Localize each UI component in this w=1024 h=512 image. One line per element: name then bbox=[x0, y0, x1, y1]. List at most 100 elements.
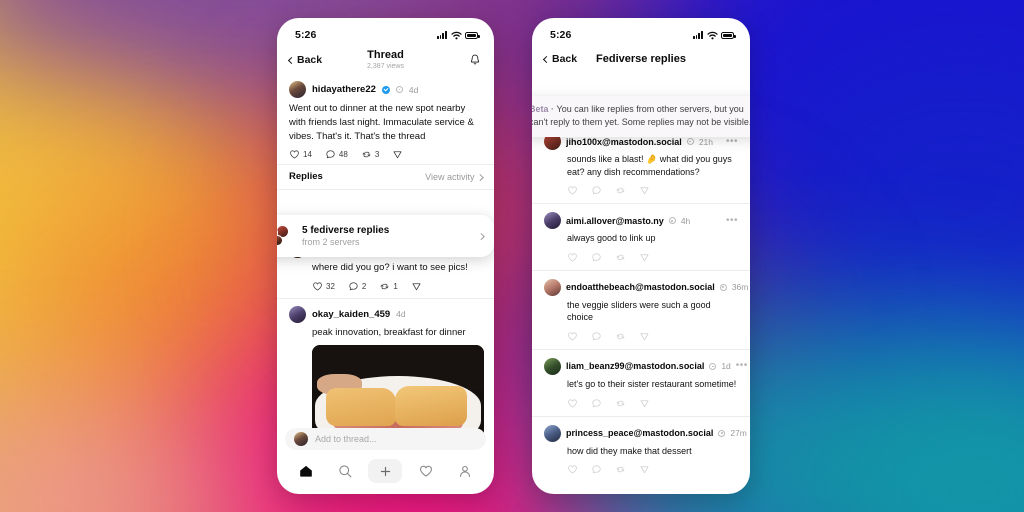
share-button[interactable] bbox=[392, 149, 403, 160]
beta-body: You can like replies from other servers,… bbox=[532, 104, 750, 128]
post-author-row: hidayathere22 4d bbox=[289, 81, 482, 98]
background-gradient bbox=[0, 0, 1024, 512]
comment-button[interactable]: 2 bbox=[348, 281, 366, 292]
heart-icon bbox=[568, 186, 577, 195]
heart-icon bbox=[420, 465, 433, 477]
fediverse-reply-body: let's go to their sister restaurant some… bbox=[567, 378, 737, 389]
repost-icon bbox=[362, 152, 371, 158]
reply-username[interactable]: okay_kaiden_459 bbox=[312, 309, 390, 320]
search-icon bbox=[339, 465, 352, 478]
avatar[interactable] bbox=[544, 357, 561, 375]
photo-waffle-right bbox=[394, 385, 467, 427]
comment-icon bbox=[349, 281, 358, 291]
like-count: 14 bbox=[303, 150, 312, 160]
like-button[interactable] bbox=[567, 331, 578, 342]
like-button[interactable] bbox=[567, 252, 578, 263]
tab-profile[interactable] bbox=[450, 459, 480, 483]
fediverse-handle[interactable]: jiho100x@mastodon.social bbox=[566, 137, 682, 147]
tab-activity[interactable] bbox=[411, 459, 441, 483]
replies-header: Replies View activity bbox=[277, 165, 494, 189]
post-username[interactable]: hidayathere22 bbox=[312, 84, 376, 95]
heart-icon bbox=[568, 465, 577, 474]
like-button[interactable] bbox=[567, 398, 578, 409]
tab-search[interactable] bbox=[330, 459, 360, 483]
thread-navbar: Back Thread 2,387 views bbox=[277, 46, 494, 75]
replies-label: Replies bbox=[289, 171, 323, 183]
share-button[interactable] bbox=[639, 185, 650, 196]
share-button[interactable] bbox=[639, 252, 650, 263]
view-activity-button[interactable]: View activity bbox=[425, 172, 483, 182]
repost-button[interactable] bbox=[615, 252, 626, 263]
share-button[interactable] bbox=[639, 398, 650, 409]
share-button[interactable] bbox=[411, 281, 422, 292]
chevron-right-icon bbox=[476, 173, 483, 180]
share-button[interactable] bbox=[639, 331, 650, 342]
fediverse-reply-actions bbox=[544, 464, 738, 475]
comment-button[interactable] bbox=[591, 185, 602, 196]
comment-button[interactable] bbox=[591, 398, 602, 409]
repost-button[interactable] bbox=[615, 331, 626, 342]
fediverse-replies-card[interactable]: 5 fediverse replies from 2 servers bbox=[277, 215, 494, 257]
avatar bbox=[294, 432, 308, 446]
back-button[interactable]: Back bbox=[287, 54, 323, 66]
back-label: Back bbox=[297, 54, 323, 66]
fediverse-reply-body: how did they make that dessert bbox=[567, 445, 692, 456]
avatar[interactable] bbox=[544, 212, 561, 230]
fediverse-handle[interactable]: liam_beanz99@mastodon.social bbox=[566, 361, 704, 371]
heart-icon bbox=[290, 150, 299, 159]
repost-button[interactable] bbox=[615, 398, 626, 409]
repost-count: 1 bbox=[393, 281, 398, 291]
fediverse-reply-actions bbox=[544, 331, 738, 342]
fediverse-reply-author-row: princess_peace@mastodon.social 27m ••• bbox=[544, 424, 747, 442]
fediverse-handle[interactable]: princess_peace@mastodon.social bbox=[566, 428, 713, 438]
reply-timestamp: 4d bbox=[396, 309, 406, 320]
like-button[interactable]: 14 bbox=[289, 149, 312, 160]
comment-button[interactable]: 48 bbox=[325, 149, 348, 160]
phone-fediverse-replies-screen: 5:26 Back Fediverse replies Beta · You c… bbox=[532, 18, 750, 494]
avatar[interactable] bbox=[289, 81, 306, 98]
back-label: Back bbox=[552, 53, 578, 65]
fediverse-badge-icon bbox=[718, 429, 726, 437]
status-clock: 5:26 bbox=[550, 29, 572, 41]
share-button[interactable] bbox=[639, 464, 650, 475]
fediverse-handle[interactable]: endoatthebeach@mastodon.social bbox=[566, 282, 715, 292]
tab-compose[interactable] bbox=[368, 459, 403, 483]
battery-full-icon bbox=[721, 31, 736, 39]
back-button[interactable]: Back bbox=[542, 53, 578, 65]
fediverse-badge-icon bbox=[686, 138, 694, 145]
composer-bar[interactable]: Add to thread... bbox=[285, 428, 486, 450]
bell-icon[interactable] bbox=[468, 53, 482, 67]
fediverse-timestamp: 1d bbox=[721, 361, 731, 372]
fediverse-reply-actions bbox=[544, 398, 738, 409]
chevron-right-icon bbox=[477, 232, 484, 240]
avatar[interactable] bbox=[289, 305, 306, 323]
like-button[interactable] bbox=[567, 185, 578, 196]
repost-button[interactable] bbox=[615, 464, 626, 475]
comment-icon bbox=[592, 186, 601, 195]
fediverse-card-subtitle: from 2 servers bbox=[302, 237, 360, 247]
more-icon[interactable]: ••• bbox=[726, 136, 738, 146]
more-icon[interactable]: ••• bbox=[726, 215, 738, 225]
repost-button[interactable]: 1 bbox=[379, 281, 398, 292]
comment-button[interactable] bbox=[591, 252, 602, 263]
reply-actions: 32 2 1 bbox=[289, 281, 482, 292]
repost-button[interactable]: 3 bbox=[361, 149, 379, 160]
like-button[interactable]: 32 bbox=[312, 281, 335, 292]
fediverse-handle[interactable]: aimi.allover@masto.ny bbox=[566, 216, 664, 226]
comment-button[interactable] bbox=[591, 464, 602, 475]
comment-button[interactable] bbox=[591, 331, 602, 342]
avatar[interactable] bbox=[544, 424, 561, 442]
fediverse-reply-item: endoatthebeach@mastodon.social 36m ••• t… bbox=[532, 271, 750, 349]
repost-button[interactable] bbox=[615, 185, 626, 196]
like-button[interactable] bbox=[567, 464, 578, 475]
repost-icon bbox=[616, 400, 625, 406]
phone-thread-screen: 5:26 Back Thread 2,387 views hidayathere… bbox=[277, 18, 494, 494]
fediverse-card-title: 5 fediverse replies bbox=[302, 225, 390, 236]
avatar[interactable] bbox=[544, 278, 561, 296]
fediverse-reply-author-row: aimi.allover@masto.ny 4h ••• bbox=[544, 212, 738, 230]
more-icon[interactable]: ••• bbox=[736, 361, 748, 371]
status-bar: 5:26 bbox=[532, 18, 750, 46]
reply-author-row: okay_kaiden_459 4d bbox=[289, 305, 482, 323]
comment-icon bbox=[592, 398, 601, 407]
tab-home[interactable] bbox=[291, 459, 321, 483]
